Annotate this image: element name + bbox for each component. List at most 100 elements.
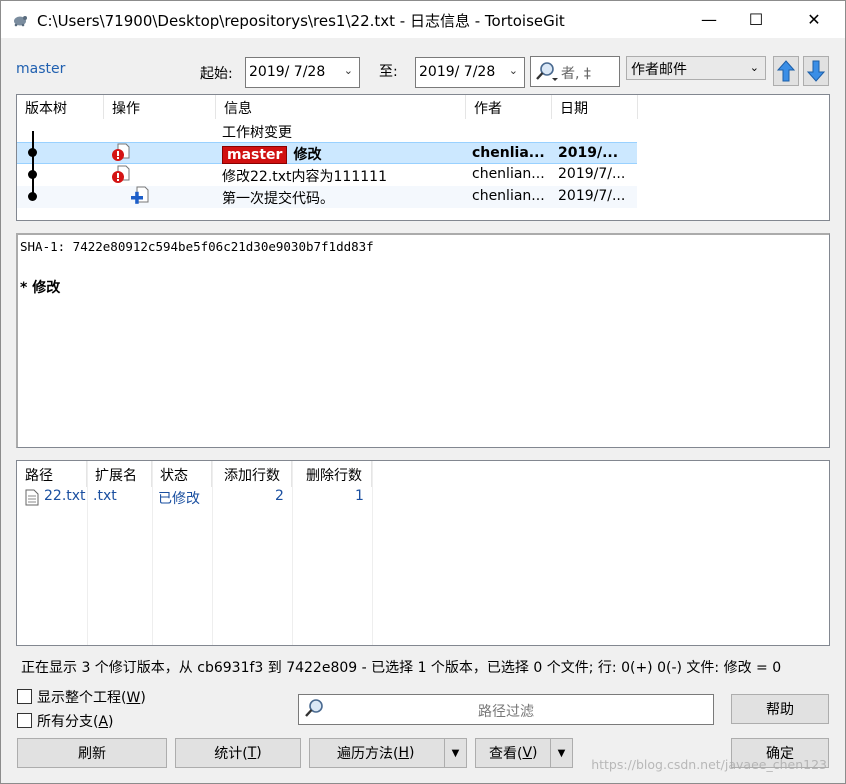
label-tail: ) [108,714,114,730]
file-lines-added: 2 [275,488,284,504]
down-arrow-icon [807,60,825,82]
log-author: chenlia... [472,145,545,161]
text-file-icon [25,489,39,506]
chevron-down-icon: ⌄ [508,64,518,77]
move-up-button[interactable] [773,56,799,86]
column-divider [87,461,88,645]
close-button[interactable]: ✕ [791,1,837,38]
revision-graph-line [32,131,34,193]
dropdown-arrow-icon[interactable]: ▼ [550,739,572,767]
col-header-graph[interactable]: 版本树 [17,95,104,119]
log-message: 第一次提交代码。 [222,191,334,207]
button-label-tail: ) [256,745,262,761]
col-header-date[interactable]: 日期 [552,95,638,119]
filter-field-select[interactable]: 作者邮件 ⌄ [626,56,766,80]
log-message-cell: master 修改 [216,143,466,165]
chevron-down-icon: ⌄ [343,64,353,77]
path-filter-input[interactable]: 路径过滤 [298,694,714,725]
col-header-actions[interactable]: 操作 [104,95,216,119]
column-divider [212,461,213,645]
tortoisegit-app-icon [14,16,27,27]
chevron-down-icon: ⌄ [749,61,759,74]
search-icon [305,699,323,717]
accelerator-key: V [522,745,533,761]
log-date: 2019/7/... [558,166,626,182]
label-text: 显示整个工程( [37,690,127,706]
view-button[interactable]: 查看(V) ▼ [475,738,573,768]
column-divider [372,461,373,645]
file-status: 已修改 [158,491,200,507]
button-label: 遍历方法( [337,746,399,762]
added-file-icon [131,186,149,204]
log-message: 修改 [293,147,322,163]
commit-message: * 修改 [20,280,61,296]
move-down-button[interactable] [803,56,829,86]
col-header-status[interactable]: 状态 [152,461,212,487]
commit-message-view[interactable]: SHA-1: 7422e80912c594be5f06c21d30e9030b7… [16,233,830,448]
button-label-tail: ) [532,745,538,761]
changed-files-list[interactable]: 路径 扩展名 状态 添加行数 删除行数 22.txt .txt 已修改 2 1 [16,460,830,646]
statistics-button[interactable]: 统计(T) [175,738,301,768]
up-arrow-icon [777,60,795,82]
modified-file-icon [112,143,130,161]
button-label: 查看( [489,746,523,762]
log-message: 修改22.txt内容为111111 [222,169,387,185]
from-date-value: 2019/ 7/28 [249,64,326,80]
accelerator-key: H [398,745,409,761]
filter-field-value: 作者邮件 [631,62,687,78]
minimize-button[interactable]: — [686,1,732,38]
show-whole-project-checkbox[interactable] [17,689,32,704]
col-header-message[interactable]: 信息 [216,95,466,119]
column-divider [292,461,293,645]
from-date-label: 起始: [200,66,233,82]
search-icon [536,62,558,81]
log-date: 2019/... [558,145,619,161]
log-message: 工作树变更 [222,125,292,141]
log-row-selected[interactable]: master 修改 chenlia... 2019/... [17,142,637,164]
search-input[interactable]: 者, ‡ [530,56,620,87]
branch-link[interactable]: master [16,61,65,77]
file-path[interactable]: 22.txt [44,488,86,504]
accelerator-key: A [98,714,109,730]
label-tail: ) [140,690,146,706]
log-author: chenlian... [472,166,545,182]
column-divider [152,461,153,645]
col-header-path[interactable]: 路径 [17,461,87,487]
col-header-lines-added[interactable]: 添加行数 [212,461,292,487]
watermark: https://blog.csdn.net/javaee_chen123 [591,757,827,772]
col-header-extension[interactable]: 扩展名 [87,461,152,487]
walk-method-button[interactable]: 遍历方法(H) ▼ [309,738,467,768]
to-date-label: 至: [379,64,398,80]
label-text: 所有分支( [37,714,99,730]
revision-graph-node [28,148,37,157]
window-title: C:\Users\71900\Desktop\repositorys\res1\… [37,12,565,30]
button-label-tail: ) [409,745,415,761]
help-button[interactable]: 帮助 [731,694,829,724]
col-header-author[interactable]: 作者 [466,95,552,119]
log-dialog-window: C:\Users\71900\Desktop\repositorys\res1\… [0,0,846,784]
log-row[interactable]: 修改22.txt内容为111111 chenlian... 2019/7/... [17,164,637,186]
from-date-picker[interactable]: 2019/ 7/28 ⌄ [245,57,360,88]
log-row[interactable]: 第一次提交代码。 chenlian... 2019/7/... [17,186,637,208]
accelerator-key: T [247,745,257,761]
all-branches-label[interactable]: 所有分支(A) [37,711,114,731]
maximize-button[interactable]: ☐ [733,1,779,38]
branch-tag-master: master [222,146,288,164]
to-date-picker[interactable]: 2019/ 7/28 ⌄ [415,57,525,88]
col-header-lines-deleted[interactable]: 删除行数 [292,461,372,487]
status-bar-text: 正在显示 3 个修订版本，从 cb6931f3 到 7422e809 - 已选择… [21,660,782,676]
title-bar: C:\Users\71900\Desktop\repositorys\res1\… [1,1,845,38]
show-whole-project-label[interactable]: 显示整个工程(W) [37,687,146,707]
file-lines-deleted: 1 [355,488,364,504]
search-placeholder: 者, ‡ [561,66,591,82]
dropdown-arrow-icon[interactable]: ▼ [444,739,466,767]
all-branches-checkbox[interactable] [17,713,32,728]
log-date: 2019/7/... [558,188,626,204]
path-filter-placeholder: 路径过滤 [478,704,534,720]
modified-file-icon [112,165,130,183]
revision-log-list[interactable]: 版本树 操作 信息 作者 日期 工作树变更 master 修改 chenlia..… [16,94,830,221]
log-row[interactable]: 工作树变更 [17,120,637,142]
refresh-button[interactable]: 刷新 [17,738,167,768]
revision-graph-node [28,170,37,179]
